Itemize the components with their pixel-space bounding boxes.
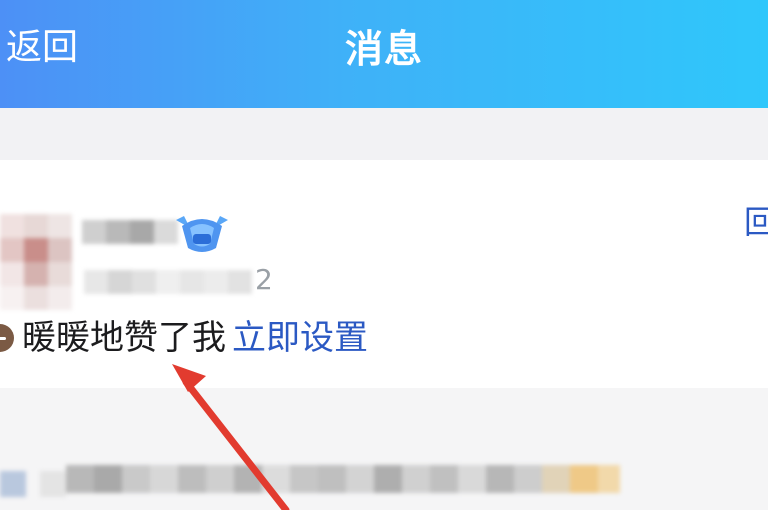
notice-text: 暖暖地赞了我 xyxy=(22,318,226,358)
meta-suffix: 2 xyxy=(255,263,273,296)
section-gap xyxy=(0,108,768,160)
level-badge-icon xyxy=(176,216,228,252)
username xyxy=(82,214,178,252)
setup-link[interactable]: 立即设置 xyxy=(232,318,368,358)
page-title: 消息 xyxy=(344,27,423,71)
like-notice-row: 暖暖地赞了我 立即设置 xyxy=(0,312,720,364)
like-notice: 暖暖地赞了我 立即设置 xyxy=(22,312,368,364)
reply-link[interactable]: 回 xyxy=(744,200,768,244)
meta-info xyxy=(84,262,280,300)
avatar[interactable] xyxy=(0,214,76,310)
status-minus-icon xyxy=(0,324,14,352)
blurred-content xyxy=(0,455,620,507)
header-bar: 返回 消息 xyxy=(0,0,768,108)
